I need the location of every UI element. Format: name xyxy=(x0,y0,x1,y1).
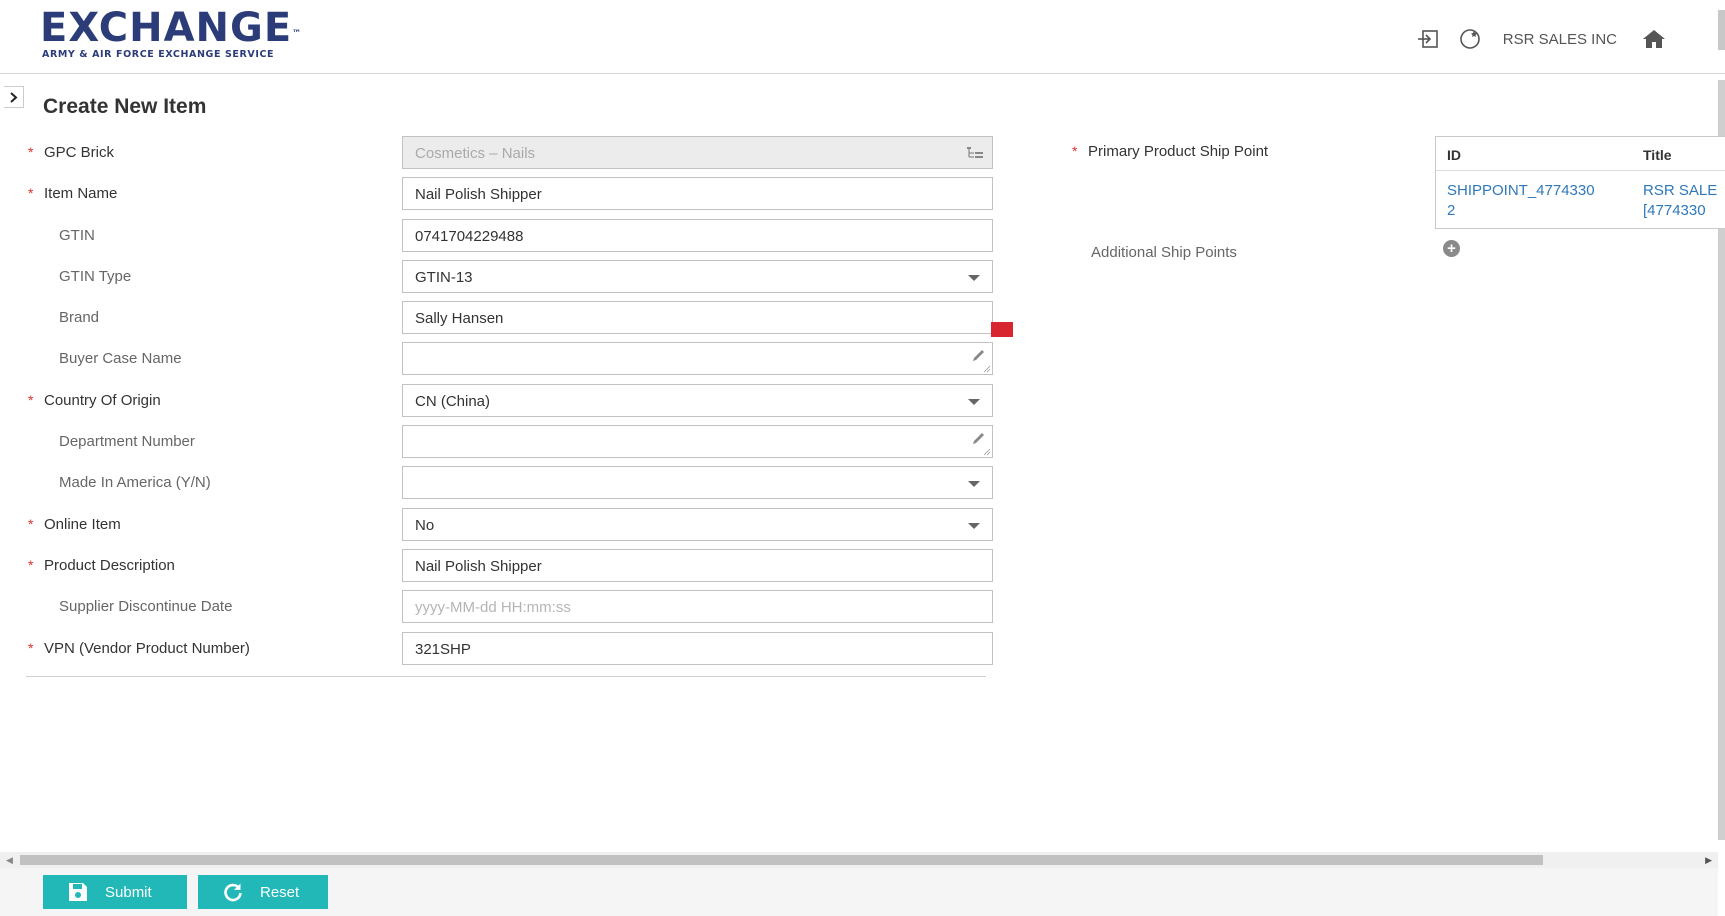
gtin-input[interactable]: 0741704229488 xyxy=(402,218,993,252)
additional-ship-points-label: Additional Ship Points xyxy=(1091,244,1237,261)
country-of-origin-value: CN (China) xyxy=(415,392,491,410)
form-row-gtin-type: GTIN Type GTIN-13 xyxy=(28,259,993,301)
gtin-type-label: GTIN Type xyxy=(59,267,132,285)
made-in-america-label: Made In America (Y/N) xyxy=(59,474,211,492)
form-row-department-number: Department Number xyxy=(28,425,993,466)
brand-label: Brand xyxy=(59,309,100,327)
form-row-online-item: * Online Item No xyxy=(28,507,993,549)
theme-toggle-icon[interactable] xyxy=(1457,26,1483,52)
header-actions: RSR SALES INC xyxy=(1399,26,1667,52)
logo-trademark: ™ xyxy=(292,29,303,39)
home-icon[interactable] xyxy=(1641,26,1667,52)
exchange-logo[interactable]: EXCHANGE™ ARMY & AIR FORCE EXCHANGE SERV… xyxy=(40,8,302,60)
ship-point-title-link[interactable]: RSR SALE [4774330 xyxy=(1643,181,1717,221)
logout-icon[interactable] xyxy=(1415,26,1441,52)
save-icon xyxy=(67,882,89,902)
form-row-vpn: * VPN (Vendor Product Number) 321SHP xyxy=(28,631,993,673)
scroll-left-arrow-icon[interactable]: ◀ xyxy=(6,855,13,866)
form-row-gtin: GTIN 0741704229488 xyxy=(28,218,993,260)
create-item-form: * GPC Brick Cosmetics – Nails * Item Name … xyxy=(28,136,993,673)
add-ship-point-icon[interactable]: + xyxy=(1443,240,1460,257)
online-item-label: Online Item xyxy=(44,515,121,533)
required-marker: * xyxy=(28,185,34,202)
gtin-type-select[interactable]: GTIN-13 xyxy=(402,259,993,293)
submit-button[interactable]: Submit xyxy=(43,875,187,909)
validation-marker xyxy=(991,322,1013,337)
form-row-brand: Brand Sally Hansen xyxy=(28,301,993,342)
chevron-down-icon xyxy=(968,274,980,281)
supplier-discontinue-date-input[interactable]: yyyy-MM-dd HH:mm:ss xyxy=(402,590,993,624)
reset-button[interactable]: Reset xyxy=(198,875,328,909)
buyer-case-name-textarea[interactable] xyxy=(402,342,993,376)
page-title: Create New Item xyxy=(43,95,207,118)
scroll-right-arrow-icon[interactable]: ▶ xyxy=(1705,855,1712,866)
logo-text: EXCHANGE xyxy=(40,5,293,51)
tree-picker-icon[interactable] xyxy=(966,145,984,161)
product-description-input[interactable]: Nail Polish Shipper xyxy=(402,548,993,582)
ship-point-id-link[interactable]: SHIPPOINT_4774330 2 xyxy=(1447,181,1595,221)
online-item-select[interactable]: No xyxy=(402,507,993,541)
form-row-product-description: * Product Description Nail Polish Shipper xyxy=(28,548,993,590)
gpc-brick-label: GPC Brick xyxy=(44,144,115,161)
reset-label: Reset xyxy=(260,883,300,901)
country-of-origin-select[interactable]: CN (China) xyxy=(402,383,993,417)
submit-label: Submit xyxy=(105,883,152,901)
company-name[interactable]: RSR SALES INC xyxy=(1503,31,1617,48)
primary-ship-point-label: * Primary Product Ship Point xyxy=(1072,143,1269,160)
online-item-value: No xyxy=(415,516,435,534)
form-footer: Submit Reset xyxy=(0,868,1718,916)
form-row-supplier-discontinue-date: Supplier Discontinue Date yyyy-MM-dd HH:… xyxy=(28,590,993,631)
made-in-america-select[interactable] xyxy=(402,466,993,500)
app-header: EXCHANGE™ ARMY & AIR FORCE EXCHANGE SERV… xyxy=(0,0,1725,74)
required-marker: * xyxy=(1072,143,1078,159)
required-marker: * xyxy=(28,515,34,532)
form-row-buyer-case-name: Buyer Case Name xyxy=(28,342,993,383)
chevron-down-icon xyxy=(968,522,980,529)
item-name-input[interactable]: Nail Polish Shipper xyxy=(402,177,993,211)
resize-handle-icon[interactable] xyxy=(983,448,991,456)
required-marker: * xyxy=(28,144,34,160)
buyer-case-name-label: Buyer Case Name xyxy=(59,350,182,368)
required-marker: * xyxy=(28,556,34,573)
country-of-origin-label: Country Of Origin xyxy=(44,391,161,409)
column-header-id[interactable]: ID xyxy=(1447,147,1461,163)
required-marker: * xyxy=(28,391,34,408)
gtin-label: GTIN xyxy=(59,226,95,244)
vpn-label: VPN (Vendor Product Number) xyxy=(44,639,250,657)
department-number-textarea[interactable] xyxy=(402,425,993,459)
vertical-scrollbar-top[interactable] xyxy=(1718,10,1725,50)
form-row-made-in-america: Made In America (Y/N) xyxy=(28,466,993,507)
form-row-item-name: * Item Name Nail Polish Shipper xyxy=(28,177,993,218)
column-header-title[interactable]: Title xyxy=(1643,147,1672,163)
form-divider xyxy=(26,676,986,677)
chevron-down-icon xyxy=(968,481,980,488)
form-row-country-of-origin: * Country Of Origin CN (China) xyxy=(28,383,993,425)
refresh-icon xyxy=(222,882,244,902)
product-description-label: Product Description xyxy=(44,556,175,574)
vpn-input[interactable]: 321SHP xyxy=(402,631,993,665)
gtin-type-value: GTIN-13 xyxy=(415,268,473,286)
brand-input[interactable]: Sally Hansen xyxy=(402,301,993,335)
table-header: ID Title xyxy=(1436,137,1725,171)
gpc-brick-value: Cosmetics – Nails xyxy=(415,145,536,162)
department-number-label: Department Number xyxy=(59,433,195,451)
expand-sidebar-toggle[interactable] xyxy=(4,86,24,108)
resize-handle-icon[interactable] xyxy=(983,365,991,373)
pencil-icon xyxy=(973,350,984,362)
required-marker: * xyxy=(28,639,34,656)
ship-point-table: ID Title SHIPPOINT_4774330 2 RSR SALE [4… xyxy=(1435,136,1725,229)
item-name-label: Item Name xyxy=(44,185,118,203)
horizontal-scrollbar[interactable]: ◀ ▶ xyxy=(0,852,1718,868)
supplier-discontinue-date-label: Supplier Discontinue Date xyxy=(59,598,233,616)
chevron-down-icon xyxy=(968,398,980,405)
logo-subtitle: ARMY & AIR FORCE EXCHANGE SERVICE xyxy=(42,49,275,60)
form-row-gpc-brick: * GPC Brick Cosmetics – Nails xyxy=(28,136,993,177)
gpc-brick-field[interactable]: Cosmetics – Nails xyxy=(402,136,993,169)
scrollbar-thumb[interactable] xyxy=(20,855,1543,865)
pencil-icon xyxy=(973,433,984,445)
